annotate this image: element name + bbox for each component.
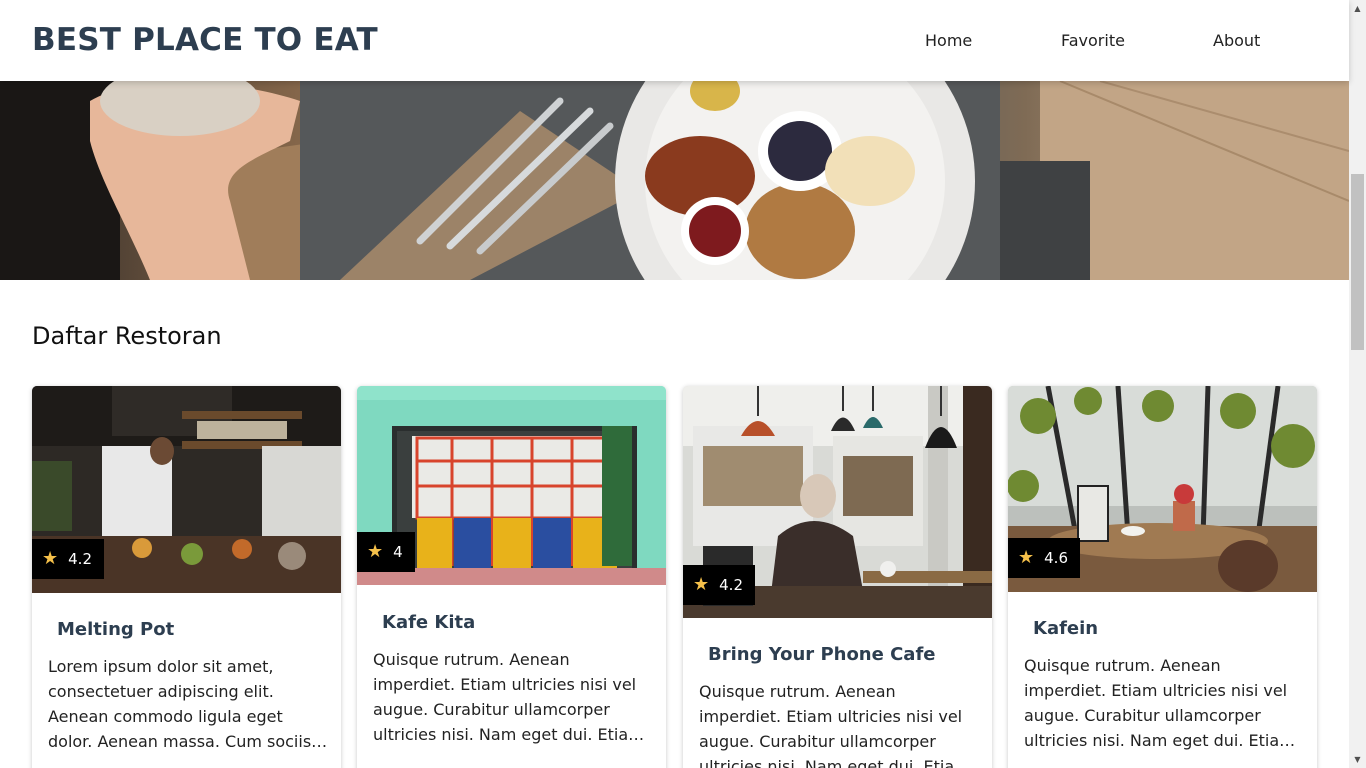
restaurant-description: Quisque rutrum. Aenean imperdiet. Etiam … [1024,656,1295,750]
brand-title[interactable]: BEST PLACE TO EAT [32,22,378,58]
rating-value: 4.6 [1044,549,1068,567]
rating-value: 4.2 [68,550,92,568]
restaurant-description: Lorem ipsum dolor sit amet, consectetuer… [48,657,312,751]
star-icon: ★ [693,574,710,595]
restaurant-name[interactable]: Bring Your Phone Cafe [708,644,936,665]
restaurant-name[interactable]: Melting Pot [57,619,174,640]
arrow-down-icon[interactable]: ▼ [1349,751,1366,768]
restaurant-card[interactable]: ★ 4.6 Kafein Quisque rutrum. Aenean impe… [1008,386,1317,768]
restaurant-name[interactable]: Kafe Kita [382,612,475,633]
nav-about[interactable]: About [1213,31,1260,50]
star-icon: ★ [1018,547,1035,568]
app-bar: BEST PLACE TO EAT Home Favorite About [0,0,1349,81]
restaurant-card[interactable]: ★ 4.2 Melting Pot Lorem ipsum dolor sit … [32,386,341,768]
rating-badge: ★ 4.2 [683,565,755,605]
restaurant-card[interactable]: ★ 4.2 Bring Your Phone Cafe Quisque rutr… [683,386,992,768]
nav-favorite[interactable]: Favorite [1061,31,1125,50]
restaurant-card[interactable]: ★ 4 Kafe Kita Quisque rutrum. Aenean imp… [357,386,666,768]
rating-value: 4.2 [719,576,743,594]
page-scrollbar[interactable]: ▲ ▼ [1349,0,1366,768]
arrow-up-icon[interactable]: ▲ [1349,0,1366,17]
rating-value: 4 [393,543,403,561]
section-title: Daftar Restoran [32,322,222,350]
nav-home[interactable]: Home [925,31,972,50]
star-icon: ★ [42,548,59,569]
restaurant-description: Quisque rutrum. Aenean imperdiet. Etiam … [373,650,644,744]
restaurant-description: Quisque rutrum. Aenean imperdiet. Etiam … [699,682,970,768]
rating-badge: ★ 4.6 [1008,538,1080,578]
rating-badge: ★ 4 [357,532,415,572]
star-icon: ★ [367,541,384,562]
scrollbar-thumb[interactable] [1351,174,1364,350]
restaurant-name[interactable]: Kafein [1033,618,1098,639]
rating-badge: ★ 4.2 [32,539,104,579]
hero-image [0,81,1349,280]
